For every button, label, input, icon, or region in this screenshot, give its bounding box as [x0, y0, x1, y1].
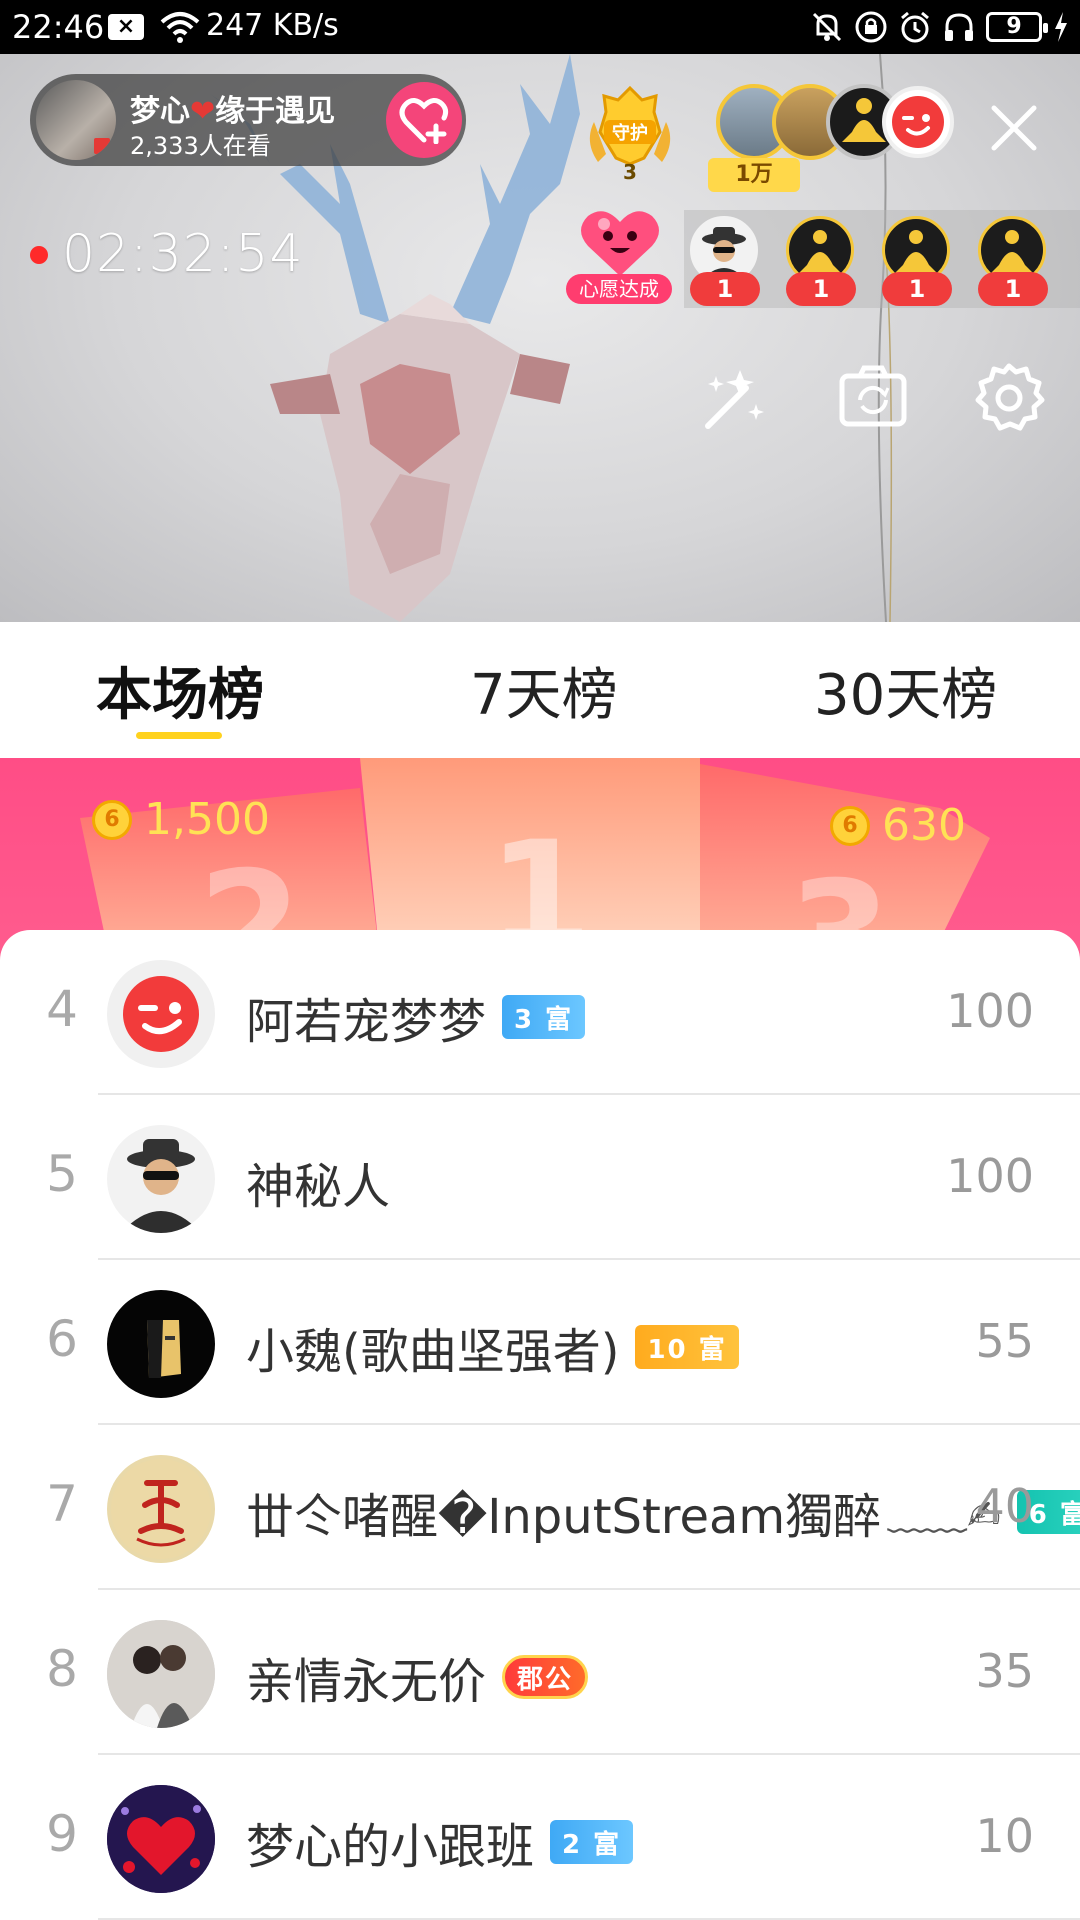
user-name: 阿若宠梦梦 3 富 [246, 982, 586, 1052]
contribution-score: 10 [975, 1809, 1034, 1863]
user-name: 小魏(歌曲坚强者) 10 富 [246, 1312, 739, 1382]
third-place-score: 6 630 [830, 800, 966, 851]
rank-strip-item[interactable]: 1 [786, 210, 856, 310]
headphones-icon [945, 13, 973, 41]
settings-gear-icon[interactable] [972, 360, 1046, 434]
wealth-level-badge: 3 富 [502, 995, 586, 1039]
user-name: 梦心的小跟班 2 富 [246, 1807, 634, 1877]
svg-text:守护: 守护 [612, 122, 648, 144]
mute-icon [812, 12, 842, 42]
notification-x-icon: × [108, 14, 144, 40]
switch-camera-icon[interactable] [836, 360, 910, 434]
user-avatar[interactable] [107, 1290, 215, 1398]
battery-icon: 9 [986, 12, 1048, 42]
ranking-list: 4 阿若宠梦梦 3 富 100 5 神秘人 100 6 小魏(歌曲坚强者) 10 富… [0, 930, 1080, 1920]
contribution-score: 100 [946, 984, 1034, 1038]
viewer-count: 2,333人在看 [130, 132, 271, 160]
guard-count: 3 [623, 160, 637, 184]
rank-strip-count: 1 [978, 272, 1048, 306]
active-tab-indicator [136, 732, 222, 739]
user-avatar[interactable] [107, 1785, 215, 1893]
rank-number: 6 [46, 1310, 78, 1368]
list-item[interactable]: 5 神秘人 100 [0, 1095, 1080, 1260]
user-avatar[interactable] [107, 960, 215, 1068]
gift-rank-strip[interactable]: 1 1 1 1 [684, 210, 1080, 308]
ranking-tabs: 本场榜 7天榜 30天榜 [0, 622, 1080, 758]
rank-strip-item[interactable]: 1 [978, 210, 1048, 310]
heart-face-icon [581, 211, 659, 276]
contribution-score: 35 [975, 1644, 1034, 1698]
list-item[interactable]: 6 小魏(歌曲坚强者) 10 富 55 [0, 1260, 1080, 1425]
charging-icon [1055, 12, 1067, 42]
lock-icon [855, 11, 887, 43]
wish-label: 心愿达成 [566, 274, 672, 304]
follow-button[interactable] [386, 82, 462, 158]
host-name: 梦心❤缘于遇见 [130, 94, 336, 129]
user-name: 丗仒啫醒�InputStream獨醉 ﹏﹏✍ 6 富 [246, 1477, 1080, 1547]
tab-7-days[interactable]: 7天榜 [470, 650, 618, 731]
user-avatar[interactable] [107, 1455, 215, 1563]
host-info-pill[interactable]: 梦心❤缘于遇见 2,333人在看 [30, 74, 466, 166]
contribution-score: 40 [975, 1479, 1034, 1533]
rank-strip-item[interactable]: 1 [882, 210, 952, 310]
wifi-icon [160, 12, 200, 43]
network-speed: 247 KB/s [206, 8, 339, 43]
heart-icon: ❤ [190, 94, 216, 129]
host-avatar[interactable] [36, 80, 116, 160]
rank-strip-count: 1 [690, 272, 760, 306]
rank-number: 9 [46, 1805, 78, 1863]
rank-number: 7 [46, 1475, 78, 1533]
wish-complete-badge[interactable]: 心愿达成 [566, 202, 674, 312]
beauty-wand-icon[interactable] [696, 360, 770, 434]
wink-face-icon [892, 96, 944, 148]
rank-number: 8 [46, 1640, 78, 1698]
contribution-score: 55 [975, 1314, 1034, 1368]
wealth-level-badge: 10 富 [635, 1325, 739, 1369]
user-name: 亲情永无价 郡公 [246, 1642, 589, 1712]
live-indicator [30, 246, 48, 264]
rank-strip-count: 1 [882, 272, 952, 306]
second-place-score: 6 1,500 [92, 794, 270, 845]
wealth-level-badge: 2 富 [550, 1820, 634, 1864]
coin-icon: 6 [92, 799, 132, 840]
alarm-icon [901, 11, 929, 43]
list-item[interactable]: 7 丗仒啫醒�InputStream獨醉 ﹏﹏✍ 6 富 40 [0, 1425, 1080, 1590]
list-item[interactable]: 4 阿若宠梦梦 3 富 100 [0, 930, 1080, 1095]
rank-strip-item[interactable]: 1 [690, 210, 760, 310]
tab-this-session[interactable]: 本场榜 [96, 650, 264, 731]
viewer-avatar[interactable] [882, 86, 954, 158]
nobility-badge: 郡公 [502, 1655, 589, 1699]
contribution-score: 100 [946, 1149, 1034, 1203]
rank-number: 5 [46, 1145, 78, 1203]
rank-number: 4 [46, 980, 78, 1038]
list-item[interactable]: 9 梦心的小跟班 2 富 10 [0, 1755, 1080, 1920]
list-item[interactable]: 8 亲情永无价 郡公 35 [0, 1590, 1080, 1755]
user-avatar[interactable] [107, 1125, 215, 1233]
status-time: 22:46 [12, 8, 105, 46]
live-video[interactable]: 梦心❤缘于遇见 2,333人在看 守护 3 1万 02:32:54 心愿达成 1… [0, 54, 1080, 622]
tab-30-days[interactable]: 30天榜 [814, 650, 997, 731]
rank-strip-count: 1 [786, 272, 856, 306]
heart-plus-icon [399, 98, 449, 144]
live-timer: 02:32:54 [62, 224, 304, 284]
status-bar: 22:46 × 247 KB/s 9 [0, 0, 1080, 54]
coin-icon: 6 [830, 805, 870, 846]
close-icon[interactable] [984, 98, 1044, 158]
gift-amount-badge: 1万 [708, 158, 800, 192]
guard-badge[interactable]: 守护 3 [584, 82, 676, 192]
user-name: 神秘人 [246, 1159, 391, 1215]
user-avatar[interactable] [107, 1620, 215, 1728]
top-viewers[interactable]: 1万 [708, 84, 954, 194]
